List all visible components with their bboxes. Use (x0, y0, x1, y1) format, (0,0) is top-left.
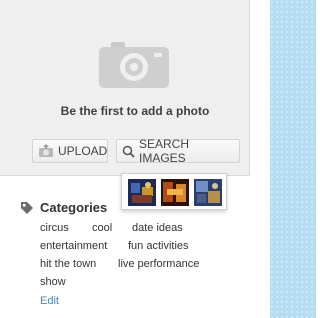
categories-title: Categories (40, 200, 108, 215)
category-tag[interactable]: fun activities (128, 240, 189, 252)
category-tag[interactable]: entertainment (40, 240, 107, 252)
category-tag[interactable]: hit the town (40, 258, 96, 270)
image-results-popup (121, 173, 227, 210)
search-images-button[interactable]: SEARCH IMAGES (116, 137, 240, 165)
thumbnail-1[interactable] (128, 179, 156, 206)
categories-header: Categories (20, 200, 107, 215)
upload-icon (38, 144, 54, 158)
thumbnail-2[interactable] (161, 179, 189, 206)
category-tag[interactable]: live performance (118, 258, 199, 270)
category-tag[interactable]: cool (92, 222, 112, 234)
camera-icon (99, 42, 169, 88)
search-icon (122, 145, 135, 158)
search-images-button-label: SEARCH IMAGES (139, 137, 190, 165)
edit-categories-link[interactable]: Edit (40, 295, 59, 307)
add-photo-prompt: Be the first to add a photo (60, 104, 210, 118)
upload-button[interactable]: UPLOAD (32, 139, 108, 163)
category-tag[interactable]: date ideas (132, 222, 183, 234)
upload-button-label: UPLOAD (58, 144, 108, 158)
tag-icon (21, 201, 33, 214)
side-background (270, 0, 316, 318)
thumbnail-3[interactable] (194, 179, 222, 206)
category-tag[interactable]: circus (40, 222, 69, 234)
category-tag[interactable]: show (40, 276, 66, 288)
